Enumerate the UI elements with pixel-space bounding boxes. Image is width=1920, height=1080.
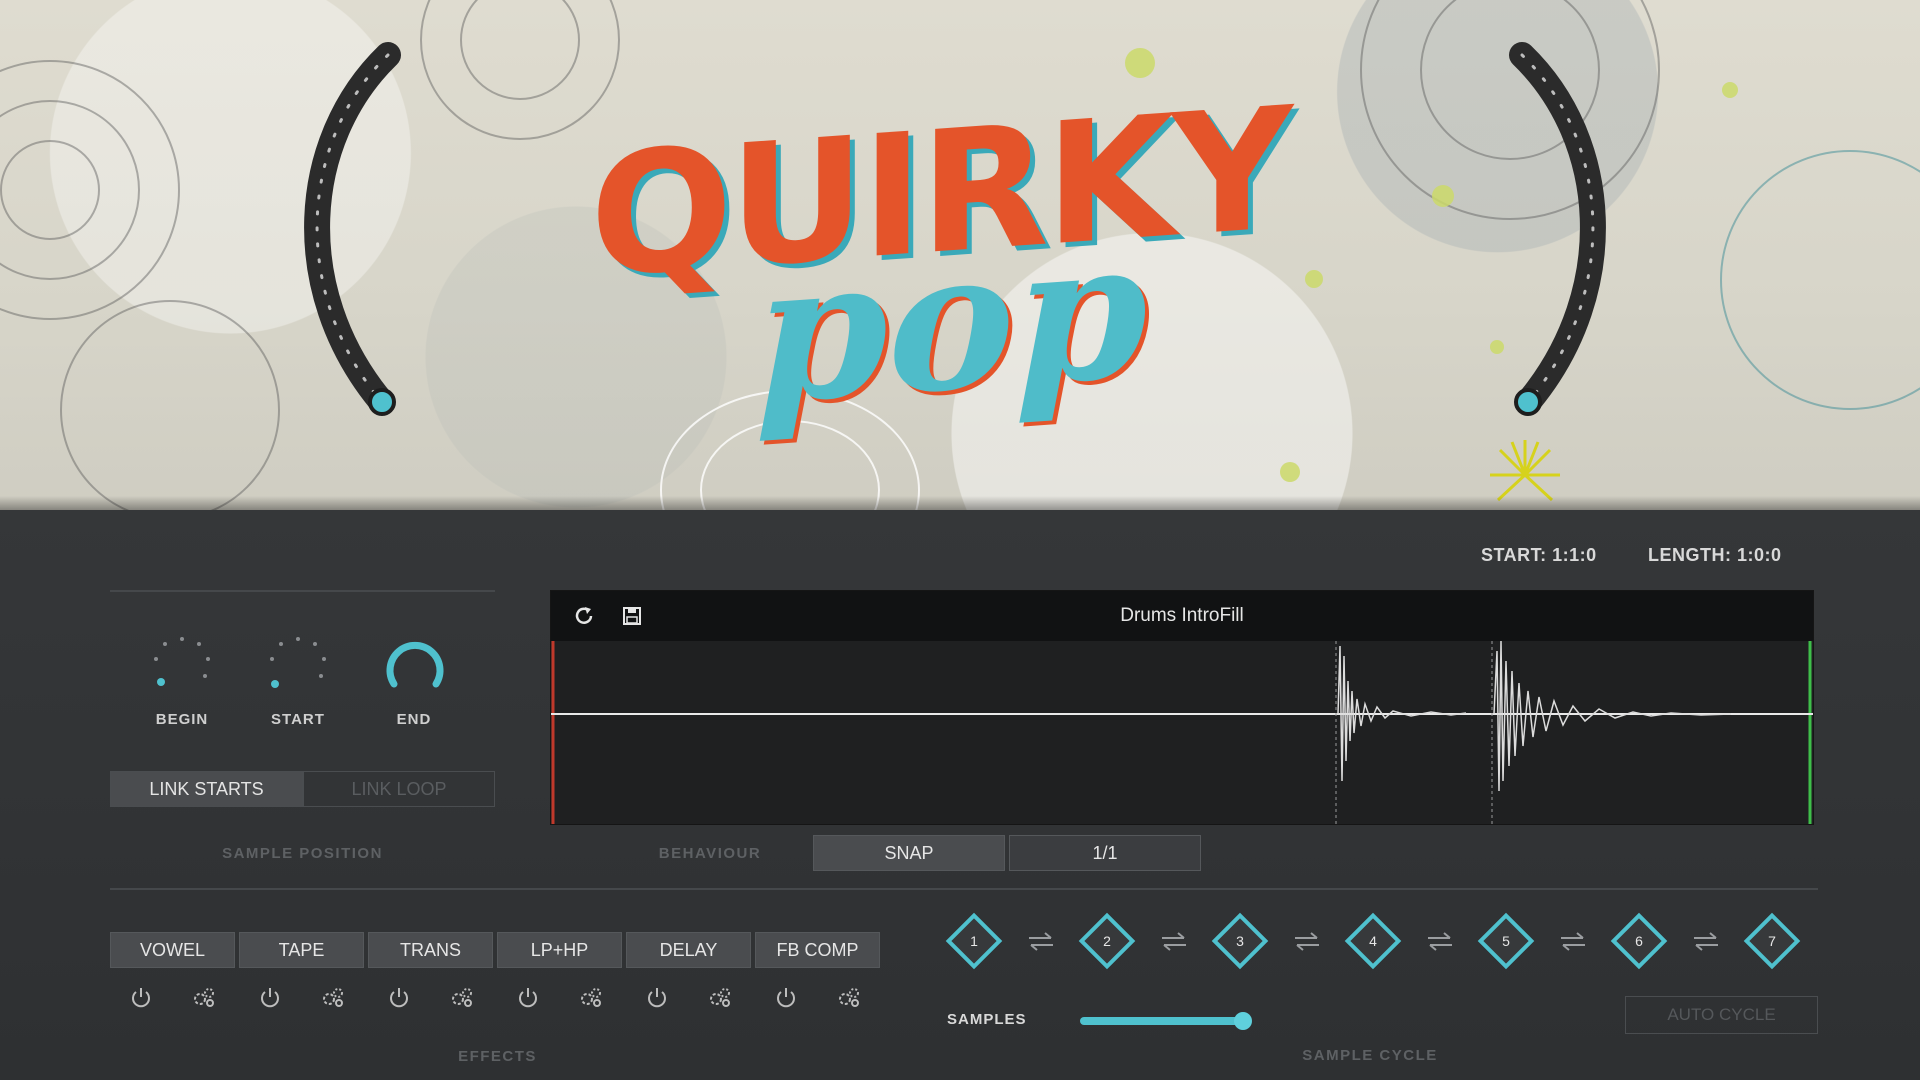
cycle-slot-label: 5	[1502, 933, 1510, 949]
effect-delay-button[interactable]: DELAY	[626, 932, 751, 968]
gears-icon[interactable]	[191, 984, 217, 1010]
right-arc-slider[interactable]	[1490, 30, 1630, 420]
logo-subtitle: pop	[755, 196, 1148, 447]
divider	[110, 590, 495, 592]
cycle-slot-4[interactable]: 4	[1342, 910, 1404, 972]
cycle-slot-label: 1	[970, 933, 978, 949]
cycle-slot-label: 4	[1369, 933, 1377, 949]
cycle-slot-1[interactable]: 1	[943, 910, 1005, 972]
samples-slider-track[interactable]	[1080, 1017, 1245, 1025]
auto-cycle-button[interactable]: AUTO CYCLE	[1625, 996, 1818, 1034]
power-icon[interactable]	[128, 984, 154, 1010]
cycle-slot-label: 2	[1103, 933, 1111, 949]
sample-position-label: SAMPLE POSITION	[222, 845, 383, 862]
swap-icon[interactable]	[1424, 930, 1456, 952]
knob-label-begin: BEGIN	[155, 711, 209, 728]
cycle-slot-6[interactable]: 6	[1608, 910, 1670, 972]
effect-controls-tape	[239, 982, 364, 1012]
effect-lphp-button[interactable]: LP+HP	[497, 932, 622, 968]
start-knob[interactable]	[263, 630, 333, 700]
cycle-slot-5[interactable]: 5	[1475, 910, 1537, 972]
effects-buttons: VOWEL TAPE TRANS LP+HP DELAY FB COMP	[110, 932, 880, 968]
effect-vowel-button[interactable]: VOWEL	[110, 932, 235, 968]
effect-controls-vowel	[110, 982, 235, 1012]
decor-dot	[1280, 462, 1300, 482]
effects-label: EFFECTS	[458, 1048, 537, 1065]
decor-swirl	[60, 300, 280, 510]
decor-dot	[1722, 82, 1738, 98]
logo: QUIRKY pop	[580, 71, 1340, 447]
cycle-slot-3[interactable]: 3	[1209, 910, 1271, 972]
power-icon[interactable]	[257, 984, 283, 1010]
snap-division-select[interactable]: 1/1	[1009, 835, 1201, 871]
swap-icon[interactable]	[1291, 930, 1323, 952]
link-toggle-group: LINK STARTS LINK LOOP	[110, 771, 495, 807]
decor-swirl	[1720, 150, 1920, 410]
waveform-display[interactable]: Drums IntroFill	[550, 590, 1814, 825]
power-icon[interactable]	[773, 984, 799, 1010]
power-icon[interactable]	[386, 984, 412, 1010]
link-starts-button[interactable]: LINK STARTS	[110, 771, 303, 807]
cycle-slot-label: 6	[1635, 933, 1643, 949]
effect-controls-lphp	[497, 982, 622, 1012]
swap-icon[interactable]	[1557, 930, 1589, 952]
waveform-title: Drums IntroFill	[1120, 605, 1244, 626]
samples-label: SAMPLES	[947, 1011, 1027, 1028]
save-icon[interactable]	[619, 603, 645, 629]
cycle-slot-label: 3	[1236, 933, 1244, 949]
gears-icon[interactable]	[320, 984, 346, 1010]
knob-label-start: START	[271, 711, 325, 728]
decor-dot	[1432, 185, 1454, 207]
left-arc-slider[interactable]	[280, 30, 420, 420]
effect-trans-button[interactable]: TRANS	[368, 932, 493, 968]
cycle-slot-label: 7	[1768, 933, 1776, 949]
effect-controls-trans	[368, 982, 493, 1012]
effect-controls-fbcomp	[755, 982, 880, 1012]
gears-icon[interactable]	[707, 984, 733, 1010]
start-readout: START: 1:1:0	[1481, 545, 1597, 565]
header-banner: QUIRKY pop	[0, 0, 1920, 510]
sunburst-icon	[1490, 440, 1560, 502]
end-knob[interactable]	[380, 630, 450, 700]
swap-icon[interactable]	[1025, 930, 1057, 952]
cycle-slot-7[interactable]: 7	[1741, 910, 1803, 972]
cycle-slot-2[interactable]: 2	[1076, 910, 1138, 972]
sample-cycle-label: SAMPLE CYCLE	[1302, 1047, 1438, 1064]
swap-icon[interactable]	[1158, 930, 1190, 952]
gears-icon[interactable]	[449, 984, 475, 1010]
power-icon[interactable]	[515, 984, 541, 1010]
gears-icon[interactable]	[836, 984, 862, 1010]
refresh-icon[interactable]	[571, 603, 597, 629]
effects-controls	[110, 982, 880, 1012]
knob-label-end: END	[396, 711, 432, 728]
divider	[110, 888, 1818, 890]
effect-controls-delay	[626, 982, 751, 1012]
waveform-canvas	[551, 641, 1813, 824]
power-icon[interactable]	[644, 984, 670, 1010]
decor-swirl	[0, 140, 100, 240]
begin-knob[interactable]	[147, 630, 217, 700]
gears-icon[interactable]	[578, 984, 604, 1010]
behaviour-label: BEHAVIOUR	[658, 845, 762, 862]
length-readout: LENGTH: 1:0:0	[1648, 545, 1782, 565]
swap-icon[interactable]	[1690, 930, 1722, 952]
effect-tape-button[interactable]: TAPE	[239, 932, 364, 968]
decor-dot	[1125, 48, 1155, 78]
snap-button[interactable]: SNAP	[813, 835, 1005, 871]
link-loop-button[interactable]: LINK LOOP	[303, 771, 495, 807]
samples-slider-thumb[interactable]	[1234, 1012, 1252, 1030]
effect-fbcomp-button[interactable]: FB COMP	[755, 932, 880, 968]
